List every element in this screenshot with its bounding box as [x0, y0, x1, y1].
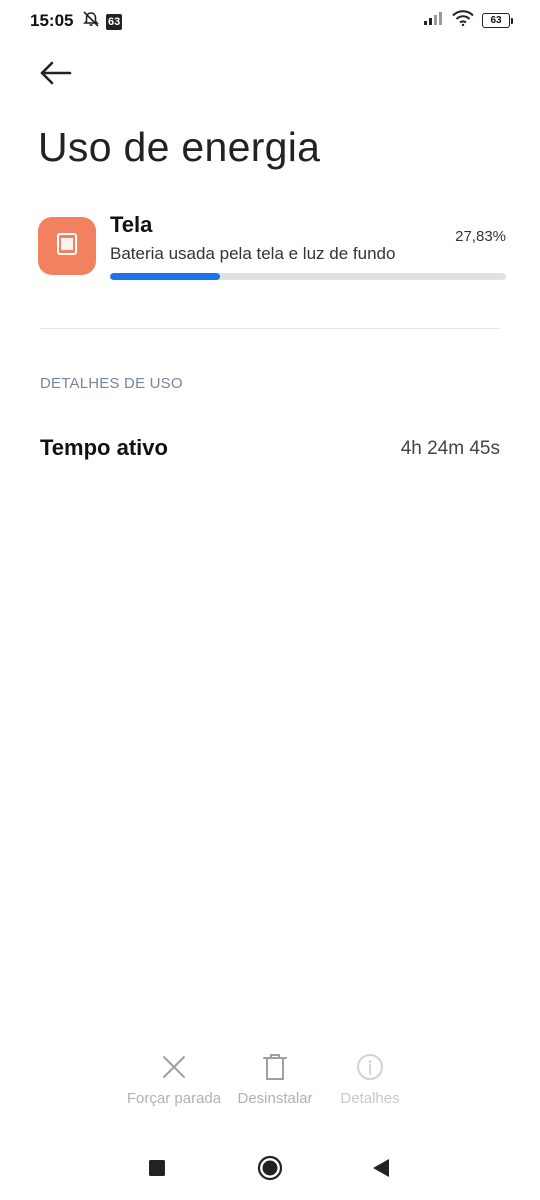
- back-button[interactable]: [38, 58, 78, 92]
- back-icon: [372, 1158, 390, 1183]
- system-back-button[interactable]: [366, 1155, 396, 1185]
- section-header: DETALHES DE USO: [40, 375, 183, 392]
- alarm-off-icon: [82, 10, 100, 33]
- bottom-actions: Forçar parada Desinstalar Detalhes: [0, 1052, 540, 1122]
- status-bar: 15:05 63 63: [0, 0, 540, 42]
- battery-icon: 63: [482, 13, 513, 28]
- signal-icon: [424, 11, 444, 30]
- usage-progress-bar: [110, 273, 506, 280]
- wifi-icon: [452, 10, 474, 31]
- close-icon: [161, 1054, 187, 1085]
- page-title: Uso de energia: [38, 124, 321, 170]
- force-stop-button[interactable]: Forçar parada: [119, 1052, 229, 1107]
- app-icon: [38, 217, 96, 275]
- detail-label: Tempo ativo: [40, 435, 168, 460]
- divider: [40, 328, 500, 329]
- recents-button[interactable]: [142, 1155, 172, 1185]
- navigation-bar: [0, 1140, 540, 1200]
- details-label: Detalhes: [340, 1090, 400, 1107]
- recents-icon: [148, 1159, 166, 1182]
- notification-badge: 63: [106, 13, 123, 30]
- app-usage-row[interactable]: Tela Bateria usada pela tela e luz de fu…: [38, 212, 506, 292]
- uninstall-label: Desinstalar: [237, 1090, 313, 1107]
- usage-progress-fill: [110, 273, 221, 280]
- uninstall-button[interactable]: Desinstalar: [220, 1052, 330, 1107]
- details-button[interactable]: Detalhes: [315, 1052, 425, 1107]
- arrow-left-icon: [38, 61, 72, 92]
- info-icon: [356, 1053, 384, 1086]
- screen-icon: [55, 232, 79, 261]
- trash-icon: [262, 1053, 288, 1086]
- status-time: 15:05: [30, 11, 74, 30]
- force-stop-label: Forçar parada: [126, 1090, 222, 1107]
- usage-percent: 27,83%: [455, 228, 506, 245]
- home-icon: [257, 1155, 283, 1186]
- app-name: Tela: [110, 212, 153, 237]
- detail-value: 4h 24m 45s: [400, 438, 500, 459]
- app-description: Bateria usada pela tela e luz de fundo: [110, 244, 396, 263]
- home-button[interactable]: [255, 1155, 285, 1185]
